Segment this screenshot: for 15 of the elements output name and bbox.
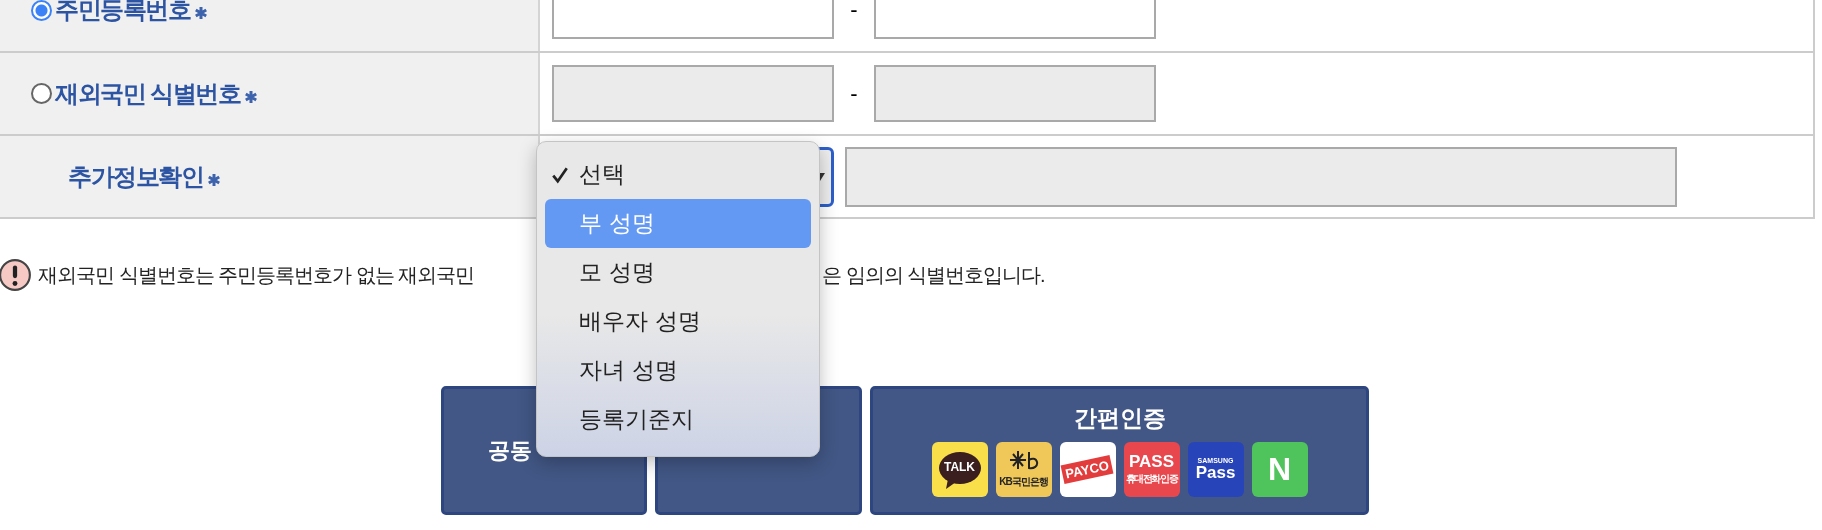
button-label: 간편인증 xyxy=(1073,404,1166,433)
field-label: 재외국민 식별번호 xyxy=(55,78,241,109)
separator: - xyxy=(849,0,859,23)
notice-text: 재외국민 식별번호는 주민등록번호가 없는 재외국민 xyxy=(38,262,475,288)
logo-text: 휴대전화 인증 xyxy=(1125,472,1178,486)
logo-text: KB국민은행 xyxy=(999,475,1048,489)
logo-text: PASS xyxy=(1128,453,1174,470)
logo-text: TALK xyxy=(943,459,976,474)
field-label: 주민등록번호 xyxy=(55,0,190,25)
field-label: 추가정보확인 xyxy=(68,161,203,192)
logo-text: Pass xyxy=(1195,463,1236,483)
logo-text: N xyxy=(1267,451,1292,488)
notice-text: 은 임의의 식별번호입니다. xyxy=(822,262,1045,288)
separator: - xyxy=(849,80,859,107)
logo-text: PAYCO xyxy=(1061,455,1114,484)
